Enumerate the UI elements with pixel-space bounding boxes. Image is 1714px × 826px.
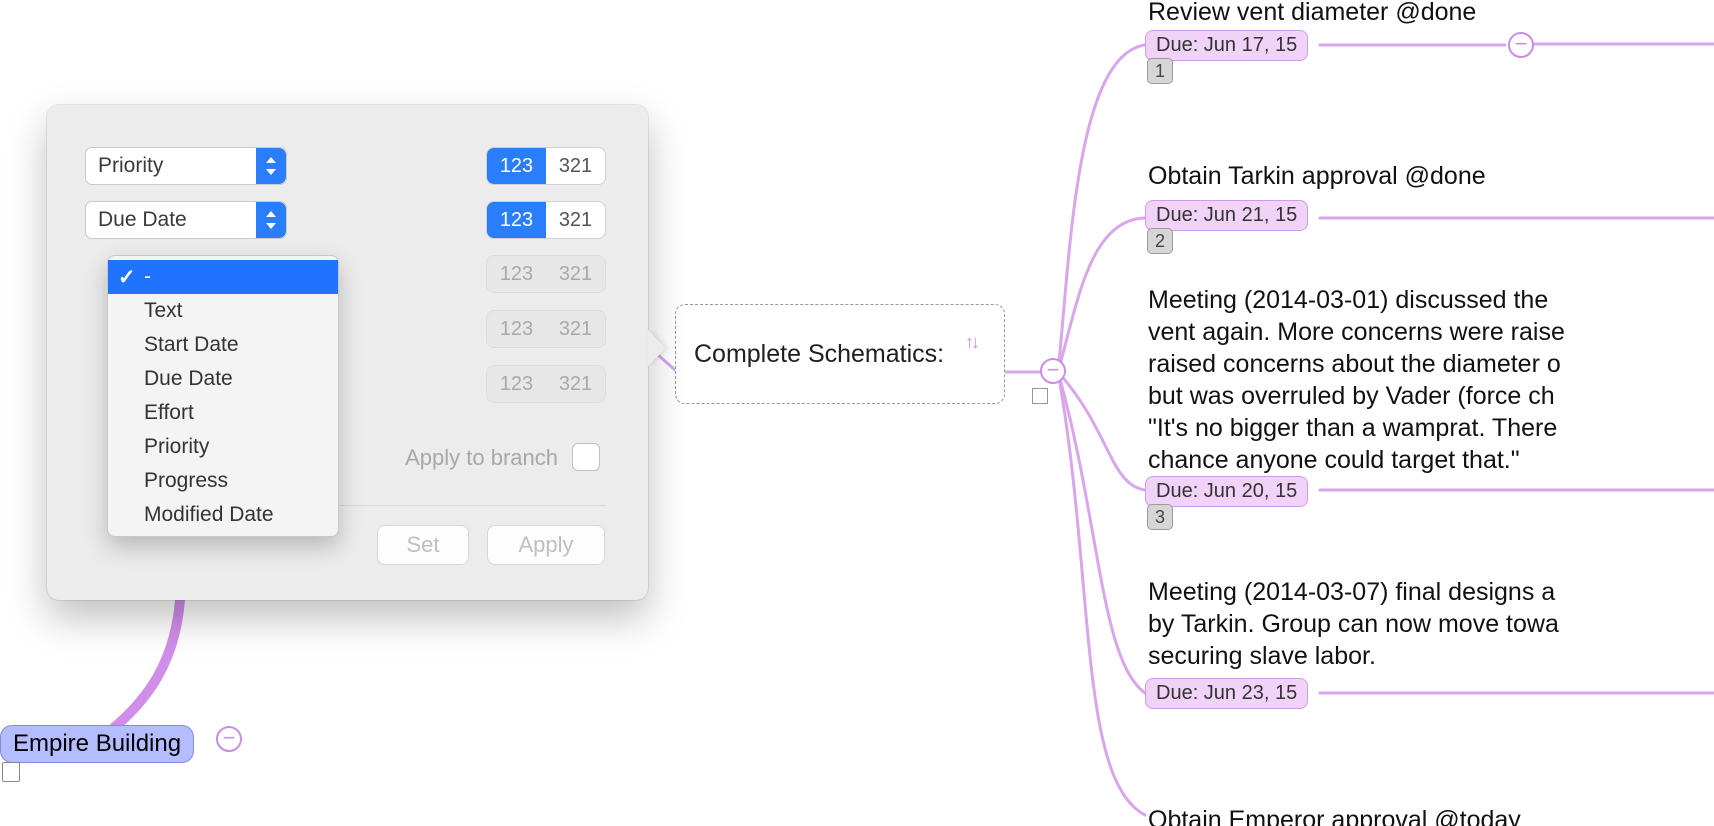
task-title[interactable]: Obtain Emperor approval @today — [1148, 804, 1521, 826]
due-tag[interactable]: Due: Jun 17, 15 — [1145, 30, 1308, 61]
due-label: Due: Jun 17, 15 — [1156, 34, 1297, 56]
dropdown-item-progress[interactable]: Progress — [108, 464, 338, 498]
note-handle-icon[interactable] — [1032, 388, 1048, 404]
priority-badge[interactable]: 1 — [1147, 58, 1173, 84]
dropdown-item-start-date[interactable]: Start Date — [108, 328, 338, 362]
task-line[interactable]: chance anyone could target that." — [1148, 444, 1520, 476]
task-title[interactable]: Review vent diameter @done — [1148, 0, 1476, 28]
priority-badge[interactable]: 2 — [1147, 228, 1173, 254]
divider — [307, 505, 606, 506]
task-line[interactable]: Meeting (2014-03-01) discussed the — [1148, 284, 1548, 316]
root-label: Empire Building — [13, 730, 181, 757]
select-value: Priority — [98, 154, 163, 178]
due-tag[interactable]: Due: Jun 23, 15 — [1145, 678, 1308, 709]
center-node[interactable]: Complete Schematics: — [675, 304, 1005, 404]
select-value: Due Date — [98, 208, 187, 232]
apply-branch-label: Apply to branch — [405, 445, 558, 471]
seg-asc[interactable]: 123 — [487, 202, 546, 238]
task-line[interactable]: raised concerns about the diameter o — [1148, 348, 1561, 380]
task-line[interactable]: "It's no bigger than a wamprat. There — [1148, 412, 1557, 444]
collapse-icon[interactable]: − — [1508, 32, 1534, 58]
dropdown-item-modified-date[interactable]: Modified Date — [108, 498, 338, 532]
task-line[interactable]: but was overruled by Vader (force ch — [1148, 380, 1555, 412]
seg-asc: 123 — [487, 256, 546, 292]
task-line[interactable]: securing slave labor. — [1148, 640, 1376, 672]
collapse-icon[interactable]: − — [216, 726, 242, 752]
task-line[interactable]: Meeting (2014-03-07) final designs a — [1148, 576, 1555, 608]
center-node-label: Complete Schematics: — [694, 340, 944, 369]
stepper-icon — [256, 202, 286, 238]
seg-desc: 321 — [546, 366, 605, 402]
seg-desc: 321 — [546, 256, 605, 292]
seg-asc: 123 — [487, 366, 546, 402]
sort-order-seg-1[interactable]: 123 321 — [486, 147, 606, 185]
dropdown-item-priority[interactable]: Priority — [108, 430, 338, 464]
set-button[interactable]: Set — [377, 525, 469, 565]
seg-asc: 123 — [487, 311, 546, 347]
sort-popover: Priority 123 321 Due Date 123 321 123 32… — [47, 105, 648, 600]
sort-field-dropdown[interactable]: - Text Start Date Due Date Effort Priori… — [107, 255, 339, 537]
root-node[interactable]: Empire Building — [0, 725, 194, 763]
seg-desc[interactable]: 321 — [546, 148, 605, 184]
due-label: Due: Jun 20, 15 — [1156, 480, 1297, 502]
collapse-icon[interactable]: − — [1040, 358, 1066, 384]
seg-desc[interactable]: 321 — [546, 202, 605, 238]
apply-branch-checkbox[interactable] — [572, 443, 600, 471]
due-label: Due: Jun 23, 15 — [1156, 682, 1297, 704]
apply-label: Apply — [518, 532, 573, 558]
sort-order-seg-2[interactable]: 123 321 — [486, 201, 606, 239]
task-line[interactable]: vent again. More concerns were raise — [1148, 316, 1565, 348]
due-label: Due: Jun 21, 15 — [1156, 204, 1297, 226]
task-line[interactable]: by Tarkin. Group can now move towa — [1148, 608, 1559, 640]
due-tag[interactable]: Due: Jun 21, 15 — [1145, 200, 1308, 231]
sort-order-seg-5: 123 321 — [486, 365, 606, 403]
sort-field-select-2[interactable]: Due Date — [85, 201, 287, 239]
sort-indicator-icon: ↑↓ — [965, 332, 977, 353]
set-label: Set — [406, 532, 439, 558]
sort-order-seg-3: 123 321 — [486, 255, 606, 293]
seg-asc[interactable]: 123 — [487, 148, 546, 184]
stepper-icon — [256, 148, 286, 184]
dropdown-item-due-date[interactable]: Due Date — [108, 362, 338, 396]
task-title[interactable]: Obtain Tarkin approval @done — [1148, 160, 1486, 192]
due-tag[interactable]: Due: Jun 20, 15 — [1145, 476, 1308, 507]
apply-button[interactable]: Apply — [487, 525, 605, 565]
sort-order-seg-4: 123 321 — [486, 310, 606, 348]
dropdown-item-none[interactable]: - — [108, 260, 338, 294]
sort-field-select-1[interactable]: Priority — [85, 147, 287, 185]
dropdown-item-text[interactable]: Text — [108, 294, 338, 328]
dropdown-item-effort[interactable]: Effort — [108, 396, 338, 430]
note-icon — [2, 762, 20, 782]
priority-badge[interactable]: 3 — [1147, 504, 1173, 530]
seg-desc: 321 — [546, 311, 605, 347]
